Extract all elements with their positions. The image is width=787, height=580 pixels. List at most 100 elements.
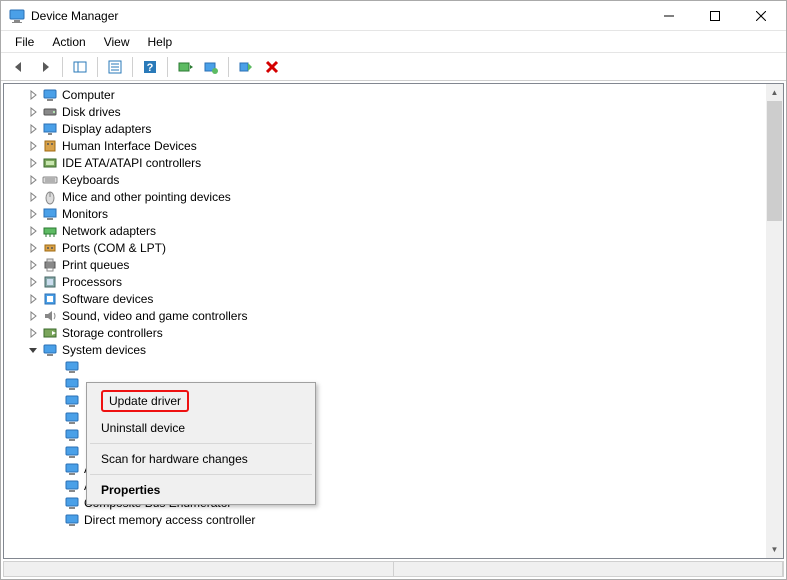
minimize-button[interactable] [646,1,692,31]
app-icon [9,8,25,24]
statusbar-cell [4,562,394,576]
vertical-scrollbar[interactable]: ▲ ▼ [766,84,783,558]
tree-category[interactable]: Disk drives [4,103,766,120]
tree-category[interactable]: Ports (COM & LPT) [4,239,766,256]
chevron-right-icon[interactable] [26,139,40,153]
menubar: File Action View Help [1,31,786,53]
tree-category-label: Software devices [62,292,153,306]
tree-category-label: System devices [62,343,146,357]
chevron-right-icon[interactable] [26,122,40,136]
tree-category[interactable]: Human Interface Devices [4,137,766,154]
tree-item[interactable]: Direct memory access controller [4,511,766,528]
tree-category-label: Sound, video and game controllers [62,309,247,323]
show-hide-console-button[interactable] [68,56,92,78]
chevron-right-icon[interactable] [26,241,40,255]
context-menu-item-update-driver-wrap: Update driver [89,385,313,416]
chip-icon [64,393,80,409]
scroll-up-button[interactable]: ▲ [766,84,783,101]
tree-category[interactable]: Sound, video and game controllers [4,307,766,324]
properties-button[interactable] [103,56,127,78]
display-icon [42,121,58,137]
tree-category[interactable]: Network adapters [4,222,766,239]
tree-category[interactable]: Storage controllers [4,324,766,341]
tree-category-label: Human Interface Devices [62,139,197,153]
scan-hardware-button[interactable] [173,56,197,78]
tree-category[interactable]: Print queues [4,256,766,273]
toolbar-separator [62,57,63,77]
chevron-right-icon[interactable] [26,224,40,238]
forward-button[interactable] [33,56,57,78]
context-menu-separator [90,474,312,475]
back-button[interactable] [7,56,31,78]
context-menu-item-uninstall-device[interactable]: Uninstall device [89,416,313,440]
context-menu-item-update-driver[interactable]: Update driver [109,394,181,408]
update-driver-button[interactable] [199,56,223,78]
tree-category-label: IDE ATA/ATAPI controllers [62,156,201,170]
tree-category[interactable]: Mice and other pointing devices [4,188,766,205]
chevron-right-icon[interactable] [26,88,40,102]
scroll-down-button[interactable]: ▼ [766,541,783,558]
chevron-right-icon[interactable] [26,105,40,119]
statusbar [3,561,784,577]
printer-icon [42,257,58,273]
tree-category-label: Keyboards [62,173,119,187]
chevron-right-icon[interactable] [26,292,40,306]
context-menu: Update driver Uninstall device Scan for … [86,382,316,505]
chip-icon [64,478,80,494]
help-button[interactable]: ? [138,56,162,78]
network-icon [42,223,58,239]
chip-icon [64,461,80,477]
port-icon [42,240,58,256]
chevron-down-icon[interactable] [26,343,40,357]
storage-icon [42,325,58,341]
chevron-right-icon[interactable] [26,190,40,204]
software-icon [42,291,58,307]
keyboard-icon [42,172,58,188]
tree-category[interactable]: Software devices [4,290,766,307]
cpu-icon [42,274,58,290]
uninstall-device-button[interactable] [260,56,284,78]
enable-device-button[interactable] [234,56,258,78]
tree-category[interactable]: IDE ATA/ATAPI controllers [4,154,766,171]
highlight-annotation: Update driver [101,390,189,412]
maximize-button[interactable] [692,1,738,31]
tree-category-label: Processors [62,275,122,289]
tree-category-label: Ports (COM & LPT) [62,241,166,255]
toolbar-separator [167,57,168,77]
computer-icon [42,87,58,103]
menu-help[interactable]: Help [140,33,181,51]
tree-category-label: Print queues [62,258,129,272]
chip-icon [64,376,80,392]
chevron-right-icon[interactable] [26,156,40,170]
menu-action[interactable]: Action [44,33,93,51]
chevron-right-icon[interactable] [26,207,40,221]
tree-category[interactable]: Computer [4,86,766,103]
chip-icon [64,427,80,443]
tree-category-label: Display adapters [62,122,151,136]
tree-item[interactable] [4,358,766,375]
tree-category-label: Mice and other pointing devices [62,190,231,204]
context-menu-item-properties[interactable]: Properties [89,478,313,502]
tree-category[interactable]: System devices [4,341,766,358]
chevron-right-icon[interactable] [26,326,40,340]
tree-category[interactable]: Monitors [4,205,766,222]
ide-icon [42,155,58,171]
menu-view[interactable]: View [96,33,138,51]
titlebar: Device Manager [1,1,786,31]
window-title: Device Manager [31,9,118,23]
chevron-right-icon[interactable] [26,275,40,289]
close-button[interactable] [738,1,784,31]
tree-category[interactable]: Keyboards [4,171,766,188]
context-menu-separator [90,443,312,444]
menu-file[interactable]: File [7,33,42,51]
chevron-right-icon[interactable] [26,258,40,272]
monitor-icon [42,206,58,222]
chevron-right-icon[interactable] [26,173,40,187]
chevron-right-icon[interactable] [26,309,40,323]
chip-icon [64,410,80,426]
tree-category[interactable]: Display adapters [4,120,766,137]
scroll-thumb[interactable] [767,101,782,221]
tree-category[interactable]: Processors [4,273,766,290]
toolbar-separator [97,57,98,77]
context-menu-item-scan-hardware[interactable]: Scan for hardware changes [89,447,313,471]
